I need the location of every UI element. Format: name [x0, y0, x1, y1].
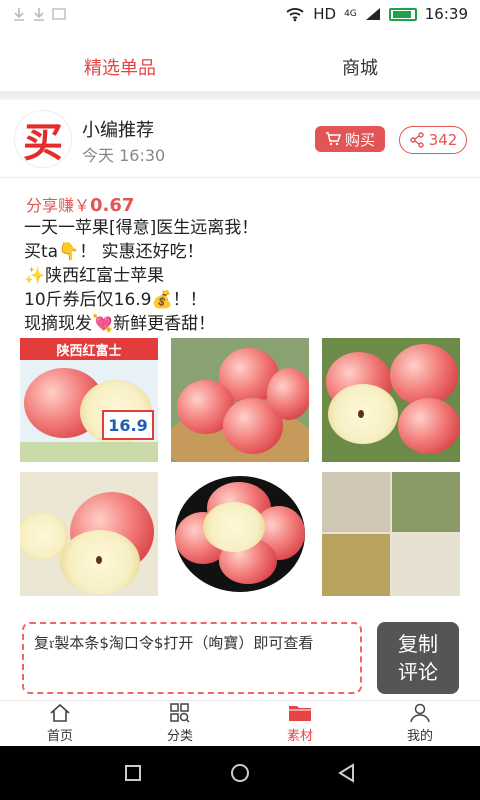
desc-line: 现摘现发💘新鲜更香甜！: [24, 314, 216, 334]
bottom-nav: 首页 分类 素材 我的: [0, 700, 480, 746]
download-icon: [14, 8, 24, 21]
apple-shape: [390, 344, 458, 406]
post-header: 买 小编推荐 今天 16:30 购买 342: [0, 100, 480, 178]
tabs-divider: [0, 92, 480, 100]
nav-materials[interactable]: 素材: [240, 701, 360, 746]
tab-mall[interactable]: 商城: [240, 42, 480, 91]
product-image-1[interactable]: 陕西红富士 16.9: [20, 338, 158, 462]
share-earn: 分享赚￥0.67: [26, 192, 134, 216]
nav-label: 素材: [286, 729, 313, 744]
nav-home[interactable]: 首页: [0, 701, 120, 746]
cart-icon: [325, 132, 341, 146]
system-nav-bar: [0, 746, 480, 800]
notification-icons: [12, 7, 66, 21]
buy-button[interactable]: 购买: [315, 126, 385, 152]
earn-amount: 0.67: [90, 195, 135, 216]
copy-comment-button[interactable]: 复制 评论: [377, 622, 459, 694]
status-bar: HD 4G 16:39: [0, 0, 480, 28]
network-type: HD: [313, 5, 337, 23]
image-notification-icon: [52, 8, 66, 20]
person-icon: [410, 703, 430, 723]
taobao-command-box[interactable]: 复𝔯製本条$淘口令$打开（咰寶）即可查看: [22, 622, 362, 694]
desc-line: 买ta👇！ 实惠还好吃！: [24, 242, 204, 262]
folder-icon: [289, 706, 311, 721]
desc-line: 10斤券后仅16.9💰！！: [24, 290, 207, 310]
nav-label: 首页: [46, 729, 73, 744]
home-button-icon[interactable]: [229, 762, 251, 784]
product-image-4[interactable]: [20, 472, 158, 596]
tab-featured[interactable]: 精选单品: [0, 42, 240, 91]
post-time: 今天 16:30: [82, 146, 166, 165]
copy-label-line2: 评论: [398, 660, 438, 684]
post-description: 一天一苹果[得意]医生远离我！ 买ta👇！ 实惠还好吃！ ✨陕西红富士苹果 10…: [24, 216, 464, 336]
desc-line: 一天一苹果[得意]医生远离我！: [24, 218, 259, 238]
thumbnail-strip: [20, 442, 158, 462]
recent-apps-icon[interactable]: [122, 762, 144, 784]
wifi-icon: [286, 8, 304, 22]
avatar[interactable]: 买: [14, 110, 72, 168]
avatar-logo: 买: [23, 119, 63, 166]
buy-label: 购买: [344, 130, 375, 149]
home-icon: [50, 703, 70, 722]
battery-icon: [388, 7, 417, 21]
collage-cut-apple-photo: [322, 534, 390, 596]
share-button[interactable]: 342: [399, 126, 467, 154]
collage-box-photo: [322, 472, 390, 532]
grid-search-icon: [170, 703, 190, 723]
product-image-3[interactable]: [322, 338, 460, 462]
nav-category[interactable]: 分类: [120, 701, 240, 746]
top-tabs: 精选单品 商城: [0, 42, 480, 92]
apple-shape: [267, 368, 309, 420]
share-icon: [409, 132, 424, 148]
nav-label: 分类: [166, 729, 193, 744]
earn-label: 分享赚￥: [26, 196, 91, 215]
desc-line: ✨陕西红富士苹果: [24, 266, 165, 286]
clock: 16:39: [424, 5, 468, 23]
collage-hand-photo: [392, 472, 460, 532]
author-name: 小编推荐: [82, 120, 154, 141]
product-image-5[interactable]: [171, 472, 309, 596]
collage-package-photo: [392, 534, 460, 596]
apple-half-shape: [203, 502, 265, 552]
back-icon[interactable]: [336, 762, 358, 784]
price-tag: 16.9: [102, 410, 154, 440]
nav-label: 我的: [406, 729, 433, 744]
signal-icon: [365, 8, 380, 20]
download-icon: [34, 8, 44, 21]
nav-profile[interactable]: 我的: [360, 701, 480, 746]
product-image-2[interactable]: [171, 338, 309, 462]
share-count: 342: [428, 131, 458, 149]
image-banner: 陕西红富士: [20, 338, 158, 360]
seed-shape: [96, 556, 102, 564]
apple-shape: [398, 398, 460, 454]
signal-gen: 4G: [344, 9, 357, 19]
product-image-6[interactable]: [322, 472, 460, 596]
seed-shape: [358, 410, 364, 418]
copy-label-line1: 复制: [398, 632, 438, 656]
